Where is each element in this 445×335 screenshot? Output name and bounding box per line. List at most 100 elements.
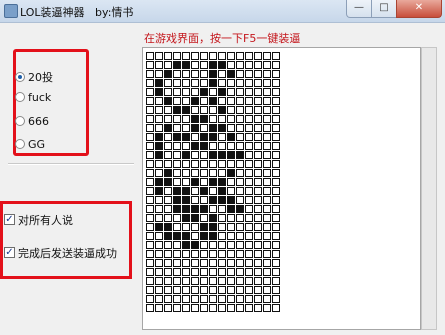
empty-square (254, 259, 262, 267)
radio-button[interactable] (15, 92, 25, 102)
checkbox-label: 对所有人说 (18, 213, 73, 227)
empty-square (218, 115, 226, 123)
filled-square (182, 151, 190, 159)
empty-square (272, 187, 280, 195)
empty-square (263, 250, 271, 258)
empty-square (245, 61, 253, 69)
radio-option-20tou[interactable]: 20投 (15, 70, 53, 84)
empty-square (173, 250, 181, 258)
empty-square (227, 97, 235, 105)
empty-square (164, 214, 172, 222)
empty-square (191, 52, 199, 60)
filled-square (191, 142, 199, 150)
radio-label: 20投 (28, 71, 53, 84)
empty-square (164, 133, 172, 141)
empty-square (245, 70, 253, 78)
maximize-button[interactable]: □ (371, 0, 397, 18)
filled-square (182, 214, 190, 222)
empty-square (245, 124, 253, 132)
empty-square (146, 187, 154, 195)
empty-square (182, 178, 190, 186)
empty-square (245, 196, 253, 204)
instruction-text: 在游戏界面，按一下F5一键装逼 (144, 32, 301, 45)
empty-square (218, 214, 226, 222)
checkbox-send-on-complete[interactable]: ✓ 完成后发送装逼成功 (4, 245, 117, 260)
checkbox-box[interactable]: ✓ (4, 247, 15, 258)
empty-square (236, 250, 244, 258)
close-button[interactable]: ✕ (396, 0, 442, 18)
checkbox-say-to-all[interactable]: ✓ 对所有人说 (4, 212, 73, 227)
radio-option-fuck[interactable]: fuck (15, 90, 51, 104)
empty-square (164, 205, 172, 213)
empty-square (173, 295, 181, 303)
empty-square (218, 304, 226, 312)
vertical-scrollbar[interactable] (421, 47, 437, 330)
empty-square (263, 97, 271, 105)
empty-square (236, 259, 244, 267)
empty-square (164, 295, 172, 303)
empty-square (164, 79, 172, 87)
empty-square (254, 169, 262, 177)
radio-label: 666 (28, 114, 49, 128)
empty-square (227, 142, 235, 150)
radio-button[interactable] (15, 139, 25, 149)
empty-square (254, 250, 262, 258)
empty-square (209, 115, 217, 123)
empty-square (272, 178, 280, 186)
filled-square (191, 97, 199, 105)
empty-square (272, 151, 280, 159)
radio-option-666[interactable]: 666 (15, 114, 49, 128)
filled-square (182, 232, 190, 240)
empty-square (254, 142, 262, 150)
empty-square (263, 187, 271, 195)
empty-square (209, 241, 217, 249)
empty-square (245, 259, 253, 267)
empty-square (164, 52, 172, 60)
minimize-button[interactable]: — (346, 0, 372, 18)
empty-square (236, 106, 244, 114)
empty-square (164, 259, 172, 267)
empty-square (245, 79, 253, 87)
empty-square (155, 70, 163, 78)
checkbox-box[interactable]: ✓ (4, 214, 15, 225)
empty-square (272, 88, 280, 96)
filled-square (209, 214, 217, 222)
empty-square (263, 214, 271, 222)
empty-square (173, 79, 181, 87)
empty-square (164, 304, 172, 312)
empty-square (263, 304, 271, 312)
radio-button[interactable] (15, 116, 25, 126)
empty-square (164, 61, 172, 69)
app-icon (4, 4, 18, 18)
empty-square (146, 79, 154, 87)
empty-square (173, 169, 181, 177)
empty-square (191, 79, 199, 87)
empty-square (218, 97, 226, 105)
empty-square (236, 286, 244, 294)
empty-square (200, 277, 208, 285)
filled-square (200, 115, 208, 123)
filled-square (209, 196, 217, 204)
empty-square (146, 115, 154, 123)
empty-square (236, 52, 244, 60)
radio-button-selected[interactable] (15, 72, 25, 82)
empty-square (191, 133, 199, 141)
empty-square (227, 61, 235, 69)
empty-square (245, 97, 253, 105)
radio-option-gg[interactable]: GG (15, 137, 45, 151)
empty-square (254, 88, 262, 96)
filled-square (173, 133, 181, 141)
filled-square (173, 205, 181, 213)
empty-square (182, 286, 190, 294)
empty-square (182, 79, 190, 87)
empty-square (236, 268, 244, 276)
filled-square (209, 124, 217, 132)
filled-square (218, 124, 226, 132)
empty-square (245, 286, 253, 294)
empty-square (263, 115, 271, 123)
empty-square (155, 106, 163, 114)
empty-square (272, 250, 280, 258)
empty-square (155, 250, 163, 258)
empty-square (227, 214, 235, 222)
empty-square (272, 295, 280, 303)
